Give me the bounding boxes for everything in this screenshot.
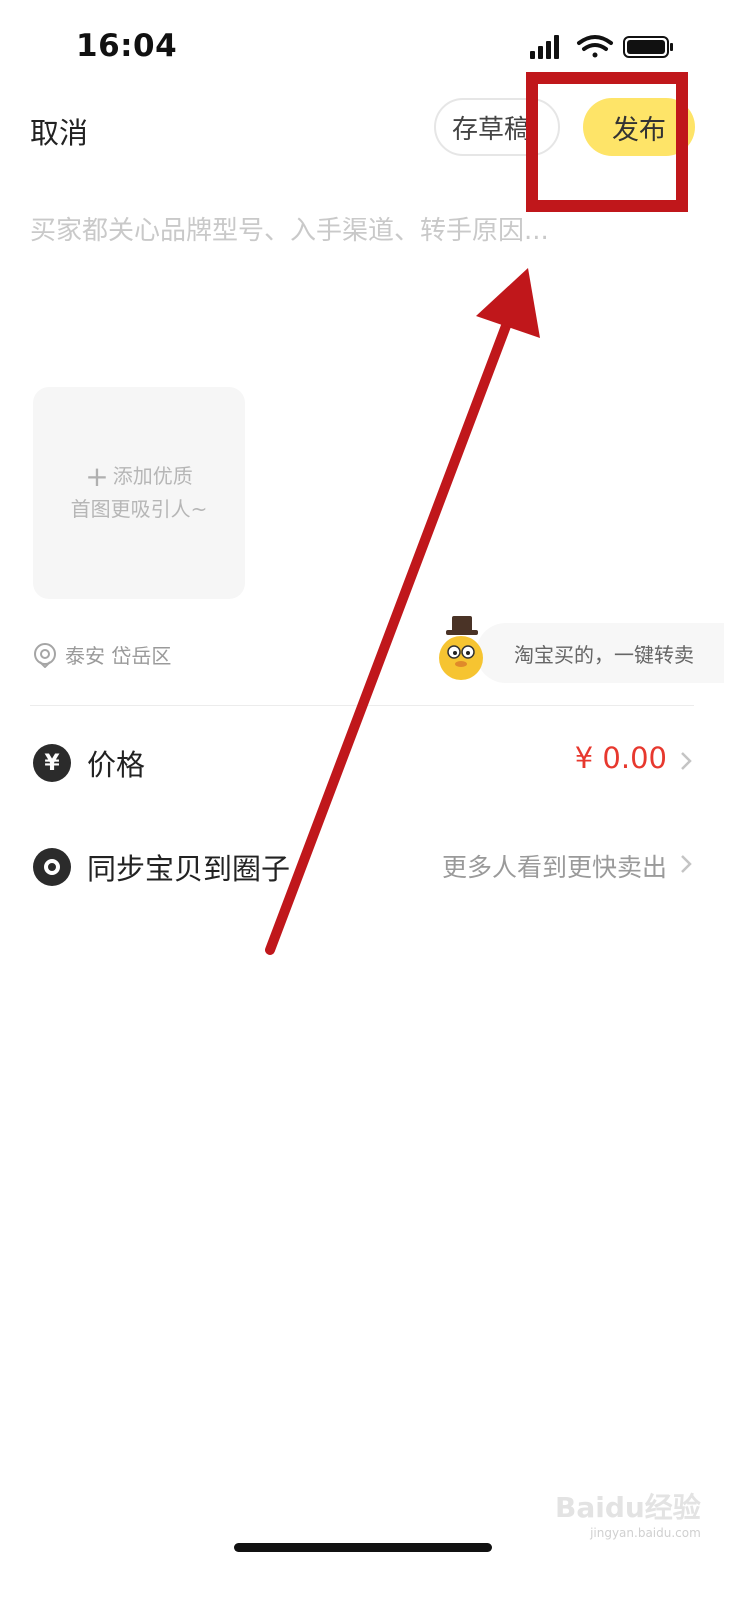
- publish-label: 发布: [612, 114, 666, 146]
- home-indicator[interactable]: [234, 1543, 492, 1552]
- price-row[interactable]: ¥ 价格: [33, 742, 145, 784]
- location-text: 泰安 岱岳区: [65, 644, 172, 668]
- description-input[interactable]: 买家都关心品牌型号、入手渠道、转手原因...: [30, 210, 549, 247]
- status-time: 16:04: [76, 28, 178, 64]
- annotation-arrowhead: [476, 268, 540, 338]
- circle-dot-icon: [33, 848, 71, 886]
- chevron-right-icon: [681, 752, 692, 770]
- location-selector[interactable]: 泰安 岱岳区: [33, 640, 171, 669]
- chevron-right-icon: [681, 855, 692, 873]
- sync-label: 同步宝贝到圈子: [87, 852, 291, 886]
- cancel-button[interactable]: 取消: [30, 110, 88, 152]
- baidu-watermark: Baidu经验 jingyan.baidu.com: [555, 1491, 701, 1540]
- sync-hint: 更多人看到更快卖出: [441, 853, 667, 882]
- plus-icon: +: [85, 460, 109, 493]
- battery-icon: [623, 36, 673, 58]
- signal-icon: [530, 35, 559, 59]
- save-draft-button[interactable]: 存草稿: [434, 98, 560, 156]
- wifi-icon: [577, 35, 613, 58]
- resell-text: 淘宝买的，一键转卖: [514, 642, 694, 667]
- save-draft-label: 存草稿: [451, 114, 530, 145]
- location-pin-icon: [34, 642, 56, 668]
- publish-button[interactable]: 发布: [583, 98, 695, 156]
- add-photo-line2: 首图更吸引人~: [70, 497, 208, 521]
- mascot-icon: [439, 616, 483, 680]
- sync-to-circle-row[interactable]: 同步宝贝到圈子: [33, 846, 290, 888]
- price-label: 价格: [87, 748, 146, 782]
- divider: [30, 705, 694, 706]
- add-photo-button[interactable]: + 添加优质 首图更吸引人~: [33, 387, 245, 599]
- yen-icon: ¥: [33, 744, 71, 782]
- status-icons: [530, 35, 673, 59]
- add-photo-line1: 添加优质: [112, 464, 193, 488]
- price-value[interactable]: ¥ 0.00: [575, 741, 667, 775]
- resell-from-taobao-button[interactable]: 淘宝买的，一键转卖: [476, 623, 724, 683]
